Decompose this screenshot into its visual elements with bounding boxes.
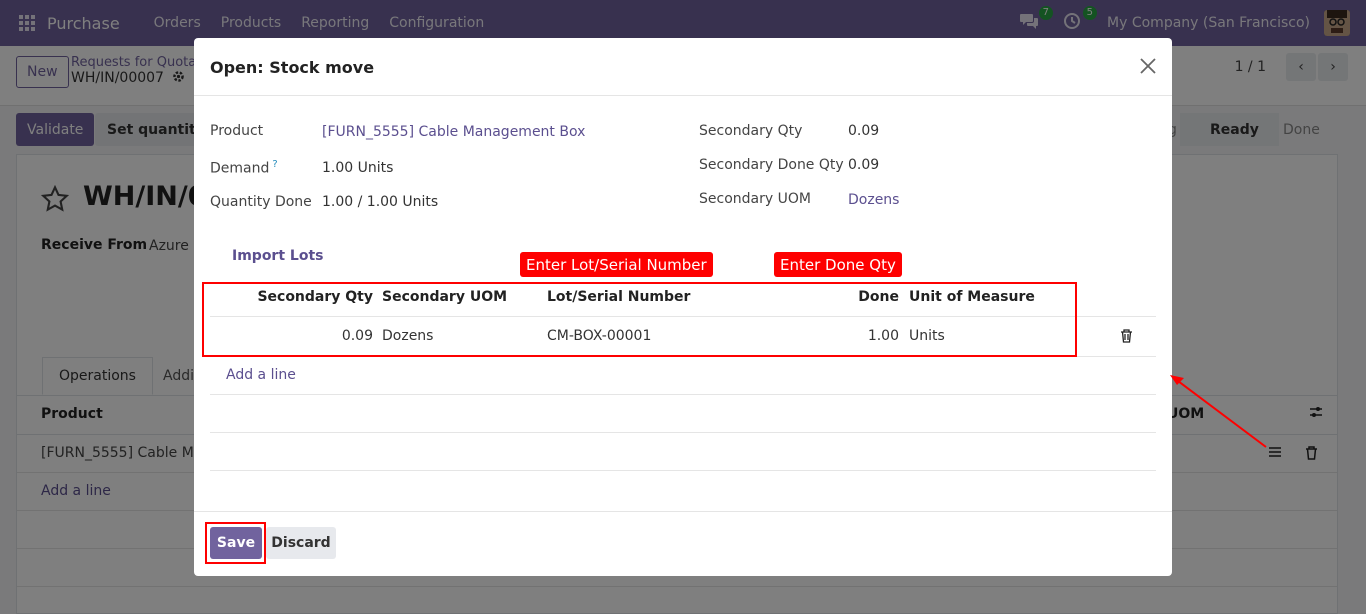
dialog-header: Open: Stock move xyxy=(194,38,1172,96)
secondary-uom-value[interactable]: Dozens xyxy=(848,192,899,208)
annotation-done-qty: Enter Done Qty xyxy=(774,252,902,277)
help-icon[interactable]: ? xyxy=(272,159,277,170)
annotation-lot: Enter Lot/Serial Number xyxy=(520,252,713,277)
dialog-title: Open: Stock move xyxy=(210,58,375,77)
close-icon[interactable] xyxy=(1138,56,1158,76)
quantity-done-value[interactable]: 1.00 / 1.00 Units xyxy=(322,194,438,210)
row-trash-icon[interactable] xyxy=(1120,329,1133,343)
discard-button[interactable]: Discard xyxy=(266,527,336,559)
add-line-link[interactable]: Add a line xyxy=(226,367,296,383)
demand-label-text: Demand xyxy=(210,160,270,177)
secondary-uom-label: Secondary UOM xyxy=(699,191,811,207)
save-button[interactable]: Save xyxy=(210,527,262,559)
product-value[interactable]: [FURN_5555] Cable Management Box xyxy=(322,124,585,140)
annotation-highlight-box xyxy=(202,282,1077,357)
demand-value: 1.00 Units xyxy=(322,160,394,176)
secondary-qty-value: 0.09 xyxy=(848,123,880,139)
secondary-qty-label: Secondary Qty xyxy=(699,123,803,139)
annotation-arrow-icon xyxy=(1170,375,1267,448)
demand-label: Demand? xyxy=(210,159,278,177)
secondary-done-qty-label: Secondary Done Qty xyxy=(699,157,844,173)
divider xyxy=(210,394,1156,395)
divider xyxy=(210,470,1156,471)
quantity-done-label: Quantity Done xyxy=(210,194,312,210)
stock-move-dialog: Open: Stock move Product [FURN_5555] Cab… xyxy=(194,38,1172,576)
import-lots-button[interactable]: Import Lots xyxy=(232,248,323,264)
secondary-done-qty-value: 0.09 xyxy=(848,157,880,173)
divider xyxy=(210,432,1156,433)
product-label: Product xyxy=(210,123,264,139)
dialog-footer xyxy=(194,511,1172,576)
